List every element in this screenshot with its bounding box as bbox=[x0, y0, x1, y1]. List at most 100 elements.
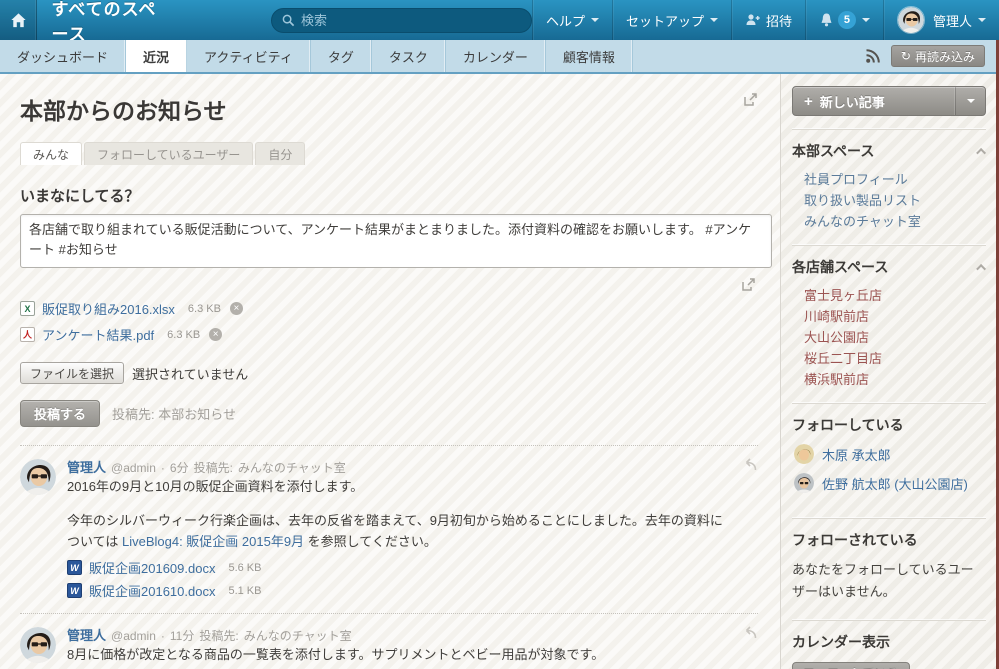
post-dest-label: 投稿先: bbox=[194, 459, 233, 476]
rss-icon[interactable] bbox=[865, 48, 881, 64]
remove-attachment-icon[interactable]: × bbox=[230, 302, 243, 315]
help-menu[interactable]: ヘルプ bbox=[532, 0, 612, 40]
avatar bbox=[794, 444, 814, 464]
meta-dot: · bbox=[161, 461, 165, 475]
notification-count-badge: 5 bbox=[838, 11, 856, 29]
sidebar-link-chatroom[interactable]: みんなのチャット室 bbox=[804, 211, 986, 232]
tab-recent[interactable]: 近況 bbox=[126, 40, 187, 72]
tab-customers[interactable]: 顧客情報 bbox=[546, 40, 633, 72]
post-submit-button[interactable]: 投稿する bbox=[20, 400, 100, 427]
section-header: フォローされている bbox=[792, 530, 986, 550]
post-paragraph: 今年のシルバーウィーク行楽企画は、去年の反省を踏まえて、9月初旬から始めることに… bbox=[67, 511, 727, 553]
invite-button[interactable]: 招待 bbox=[731, 0, 805, 40]
page-space-title: すべてのスペース bbox=[51, 0, 164, 45]
followed-user-link[interactable]: 佐野 航太郎 (大山公園店) bbox=[822, 474, 968, 493]
notification-menu[interactable]: 5 bbox=[805, 0, 883, 40]
section-title: フォローされている bbox=[792, 530, 918, 550]
add-user-icon bbox=[745, 13, 761, 27]
tab-tasks[interactable]: タスク bbox=[372, 40, 446, 72]
reload-button[interactable]: ↻ 再読み込み bbox=[891, 45, 985, 67]
calendar-following-button[interactable]: フォローしている bbox=[792, 662, 910, 669]
section-title: 各店舗スペース bbox=[792, 257, 888, 277]
file-size: 6.3 KB bbox=[167, 329, 200, 341]
avatar bbox=[897, 6, 925, 34]
tab-activity[interactable]: アクティビティ bbox=[187, 40, 311, 72]
post-author-link[interactable]: 管理人 bbox=[67, 457, 106, 476]
composer-attachment: X 販促取り組み2016.xlsx 6.3 KB × bbox=[20, 299, 758, 318]
reply-icon[interactable] bbox=[741, 625, 758, 640]
help-label: ヘルプ bbox=[546, 11, 585, 30]
sidebar-link-products[interactable]: 取り扱い製品リスト bbox=[804, 190, 986, 211]
sidebar-link-profile[interactable]: 社員プロフィール bbox=[804, 169, 986, 190]
user-menu[interactable]: 管理人 bbox=[883, 0, 999, 40]
attachment-link[interactable]: 販促取り組み2016.xlsx bbox=[42, 299, 175, 318]
new-article-main[interactable]: + 新しい記事 bbox=[793, 87, 956, 115]
attachment-link[interactable]: 販促企画201609.docx bbox=[89, 558, 215, 577]
filter-tab-everyone[interactable]: みんな bbox=[20, 142, 82, 165]
avatar[interactable] bbox=[20, 459, 56, 495]
attachment-link[interactable]: 販促企画201610.docx bbox=[89, 581, 215, 600]
file-size: 5.1 KB bbox=[228, 585, 261, 597]
tabbar-actions: ↻ 再読み込み bbox=[865, 40, 999, 72]
section-header: 各店舗スペース bbox=[792, 257, 986, 277]
post-author-link[interactable]: 管理人 bbox=[67, 625, 106, 644]
tab-dashboard[interactable]: ダッシュボード bbox=[0, 40, 126, 72]
sidebar-link-store[interactable]: 富士見ヶ丘店 bbox=[804, 285, 986, 306]
collapse-chevron-icon[interactable] bbox=[976, 263, 986, 273]
external-link-icon[interactable] bbox=[741, 277, 756, 292]
external-link-icon[interactable] bbox=[743, 92, 758, 107]
sidebar-link-store[interactable]: 横浜駅前店 bbox=[804, 369, 986, 390]
new-article-dropdown[interactable] bbox=[956, 87, 985, 115]
status-composer-textarea[interactable]: 各店舗で取り組まれている販促活動について、アンケート結果がまとまりました。添付資… bbox=[20, 214, 772, 268]
collapse-chevron-icon[interactable] bbox=[976, 147, 986, 157]
attachment-link[interactable]: アンケート結果.pdf bbox=[42, 325, 154, 344]
sidebar-link-store[interactable]: 桜丘二丁目店 bbox=[804, 348, 986, 369]
post-handle: @admin bbox=[111, 629, 156, 643]
new-article-label: 新しい記事 bbox=[820, 92, 885, 111]
avatar[interactable] bbox=[20, 627, 56, 663]
chevron-down-icon bbox=[710, 18, 718, 26]
search-input[interactable] bbox=[301, 13, 521, 28]
pdf-file-icon: 人 bbox=[20, 327, 35, 342]
chevron-down-icon bbox=[978, 18, 986, 26]
filter-tab-following[interactable]: フォローしているユーザー bbox=[84, 142, 253, 165]
section-title: カレンダー表示 bbox=[792, 632, 890, 652]
setup-menu[interactable]: セットアップ bbox=[612, 0, 731, 40]
post-body: 管理人 @admin · 11分 投稿先: みんなのチャット室 8月に価格が改定… bbox=[67, 625, 733, 669]
sidebar-link-store[interactable]: 大山公園店 bbox=[804, 327, 986, 348]
post-dest-link[interactable]: みんなのチャット室 bbox=[244, 627, 352, 644]
home-icon bbox=[9, 11, 28, 30]
followed-user-row: 木原 承太郎 bbox=[794, 444, 986, 464]
setup-label: セットアップ bbox=[626, 11, 704, 30]
reply-icon[interactable] bbox=[741, 457, 758, 472]
article-header: 本部からのお知らせ bbox=[20, 92, 758, 126]
sidebar-link-store[interactable]: 川崎駅前店 bbox=[804, 306, 986, 327]
followed-user-link[interactable]: 木原 承太郎 bbox=[822, 445, 891, 464]
home-button[interactable] bbox=[0, 0, 37, 40]
file-select-button[interactable]: ファイルを選択 bbox=[20, 362, 124, 384]
post-dest-link[interactable]: みんなのチャット室 bbox=[238, 459, 346, 476]
word-file-icon: W bbox=[67, 560, 82, 575]
right-sidebar: + 新しい記事 本部スペース 社員プロフィール 取り扱い製品リスト みんなのチャ… bbox=[780, 74, 996, 669]
tab-tags[interactable]: タグ bbox=[311, 40, 372, 72]
section-header: 本部スペース bbox=[792, 141, 986, 161]
post-attachment: W 販促企画201610.docx 5.1 KB bbox=[67, 581, 733, 600]
post-header: 管理人 @admin · 6分 投稿先: みんなのチャット室 bbox=[67, 457, 733, 476]
filter-tab-self[interactable]: 自分 bbox=[255, 142, 305, 165]
section-title: 本部スペース bbox=[792, 141, 874, 161]
new-article-button[interactable]: + 新しい記事 bbox=[792, 86, 986, 116]
search-box[interactable] bbox=[271, 8, 532, 33]
tab-calendar[interactable]: カレンダー bbox=[446, 40, 546, 72]
feed-post: 管理人 @admin · 11分 投稿先: みんなのチャット室 8月に価格が改定… bbox=[20, 614, 758, 669]
blog-reference-link[interactable]: LiveBlog4: 販促企画 2015年9月 bbox=[122, 534, 304, 549]
feed-filter-tabs: みんな フォローしているユーザー 自分 bbox=[20, 142, 758, 165]
chevron-down-icon bbox=[591, 18, 599, 26]
meta-dot: · bbox=[161, 629, 165, 643]
plus-icon: + bbox=[804, 93, 813, 110]
sidebar-section-calendar: カレンダー表示 フォローしている bbox=[792, 620, 986, 669]
remove-attachment-icon[interactable]: × bbox=[209, 328, 222, 341]
topbar: すべてのスペース ヘルプ セットアップ bbox=[0, 0, 999, 40]
post-handle: @admin bbox=[111, 461, 156, 475]
reload-icon: ↻ bbox=[901, 49, 911, 63]
feed-post: 管理人 @admin · 6分 投稿先: みんなのチャット室 2016年の9月と… bbox=[20, 446, 758, 614]
